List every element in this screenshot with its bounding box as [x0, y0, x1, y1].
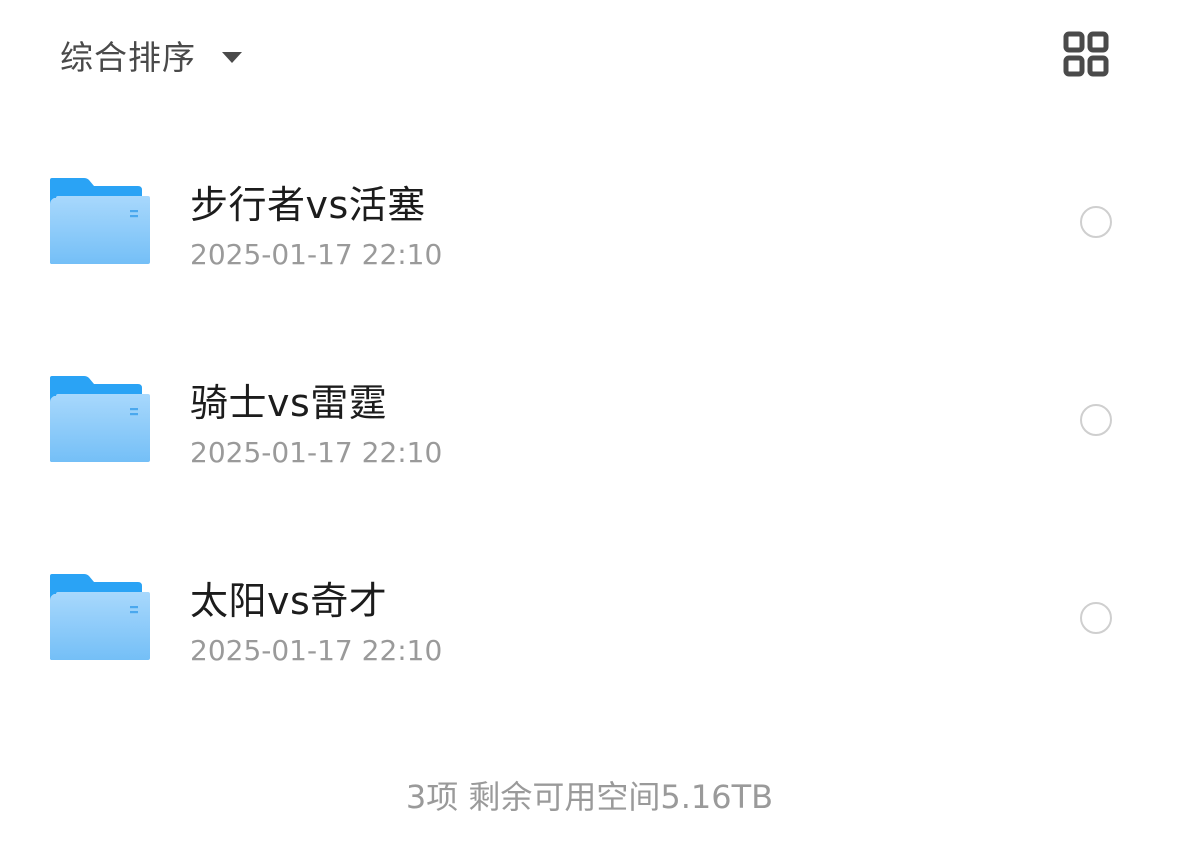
file-row[interactable]: 骑士vs雷霆 2025-01-17 22:10 [0, 328, 1179, 526]
grid-view-icon [1063, 31, 1109, 77]
select-radio[interactable] [1080, 404, 1112, 436]
file-date: 2025-01-17 22:10 [190, 238, 443, 271]
folder-icon [50, 574, 150, 660]
file-date: 2025-01-17 22:10 [190, 436, 443, 469]
file-name: 骑士vs雷霆 [190, 381, 388, 425]
select-radio[interactable] [1080, 206, 1112, 238]
file-row[interactable]: 太阳vs奇才 2025-01-17 22:10 [0, 526, 1179, 724]
grid-view-button[interactable] [1058, 26, 1114, 82]
sort-dropdown[interactable]: 综合排序 [60, 30, 242, 80]
folder-icon [50, 376, 150, 462]
file-name: 步行者vs活塞 [190, 183, 426, 227]
file-browser-panel: 综合排序 步行者vs活塞 2025-01-17 22:10 骑士vs雷霆 202… [0, 0, 1179, 852]
caret-down-icon [222, 51, 242, 63]
folder-icon [50, 178, 150, 264]
file-date: 2025-01-17 22:10 [190, 634, 443, 667]
file-row[interactable]: 步行者vs活塞 2025-01-17 22:10 [0, 130, 1179, 328]
storage-summary: 3项 剩余可用空间5.16TB [405, 778, 774, 816]
file-name: 太阳vs奇才 [190, 579, 388, 623]
select-radio[interactable] [1080, 602, 1112, 634]
sort-label: 综合排序 [60, 38, 196, 77]
